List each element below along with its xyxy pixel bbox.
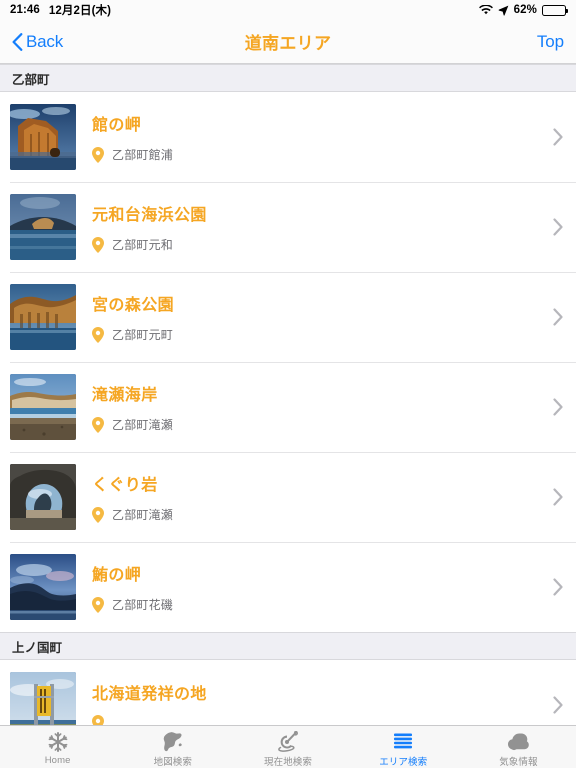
chevron-right-icon[interactable] bbox=[552, 218, 564, 236]
chevron-right-icon[interactable] bbox=[552, 696, 564, 714]
list-item[interactable]: 宮の森公園乙部町元町 bbox=[0, 272, 576, 362]
cloud-icon bbox=[505, 729, 531, 753]
tab-bar: Home 地図検索 現在地検索 エリア検索 気象情報 bbox=[0, 725, 576, 768]
list-item-location: 乙部町滝瀬 bbox=[92, 506, 544, 523]
chevron-right-icon[interactable] bbox=[552, 488, 564, 506]
battery-icon bbox=[542, 4, 569, 16]
list-item-address: 乙部町元和 bbox=[112, 238, 174, 252]
page-title: 道南エリア bbox=[244, 34, 332, 53]
map-pin-icon bbox=[92, 236, 104, 253]
map-pin-icon bbox=[92, 506, 104, 523]
list-item-body: 鮪の岬乙部町花磯 bbox=[76, 561, 544, 613]
list-item-location: 乙部町元町 bbox=[92, 326, 544, 343]
app-root: 21:46 12月2日(木) 62% Back 道南エリア Top 乙部町館の岬… bbox=[0, 0, 576, 768]
list-item-location: 乙部町滝瀬 bbox=[92, 416, 544, 433]
sea-coast-thumbnail bbox=[10, 194, 76, 260]
list-item[interactable]: 元和台海浜公園乙部町元和 bbox=[0, 182, 576, 272]
list-item-address: 乙部町館浦 bbox=[112, 148, 174, 162]
list-item-location: 乙部町館浦 bbox=[92, 146, 544, 163]
battery-percent: 62% bbox=[513, 4, 537, 16]
tab-home[interactable]: Home bbox=[0, 726, 115, 768]
back-button-label: Back bbox=[26, 31, 63, 51]
list-item-title: 北海道発祥の地 bbox=[92, 685, 207, 703]
list-item-address: 乙部町花磯 bbox=[112, 598, 174, 612]
snowflake-icon bbox=[45, 730, 71, 754]
list-item-title: 館の岬 bbox=[92, 117, 142, 134]
map-pin-icon bbox=[92, 416, 104, 433]
navigation-bar: Back 道南エリア Top bbox=[0, 20, 576, 64]
chevron-right-icon[interactable] bbox=[552, 308, 564, 326]
map-pin-icon bbox=[92, 596, 104, 613]
location-arrow-icon bbox=[498, 5, 509, 16]
list-item[interactable]: 鮪の岬乙部町花磯 bbox=[0, 542, 576, 632]
hokkaido-map-icon bbox=[160, 729, 186, 753]
map-pin-icon bbox=[92, 146, 104, 163]
list-item-body: 館の岬乙部町館浦 bbox=[76, 111, 544, 163]
back-button[interactable]: Back bbox=[12, 32, 63, 52]
rock-arch-thumbnail bbox=[10, 464, 76, 530]
list-item-body: 北海道発祥の地 bbox=[76, 680, 544, 725]
dusk-cape-thumbnail bbox=[10, 554, 76, 620]
status-date: 12月2日(木) bbox=[48, 5, 112, 17]
tab-label: 気象情報 bbox=[499, 756, 538, 768]
list-item-location: 乙部町元和 bbox=[92, 236, 544, 253]
tab-エリア検索[interactable]: エリア検索 bbox=[346, 726, 461, 768]
status-time: 21:46 bbox=[10, 4, 40, 16]
chevron-right-icon[interactable] bbox=[552, 128, 564, 146]
list-item-body: 元和台海浜公園乙部町元和 bbox=[76, 201, 544, 253]
tab-label: 現在地検索 bbox=[264, 756, 313, 768]
section-header: 乙部町 bbox=[0, 64, 576, 92]
list-item-body: くぐり岩乙部町滝瀬 bbox=[76, 471, 544, 523]
list-item-title: くぐり岩 bbox=[92, 477, 158, 494]
top-button[interactable]: Top bbox=[537, 32, 564, 52]
list-item-address: 乙部町滝瀬 bbox=[112, 418, 174, 432]
tab-label: Home bbox=[44, 755, 71, 766]
beach-thumbnail bbox=[10, 374, 76, 440]
status-bar-right: 62% bbox=[478, 3, 569, 16]
chevron-right-icon[interactable] bbox=[552, 398, 564, 416]
list-item-title: 滝瀬海岸 bbox=[92, 387, 158, 404]
section-header: 上ノ国町 bbox=[0, 632, 576, 660]
tab-気象情報[interactable]: 気象情報 bbox=[461, 726, 576, 768]
list-item-address: 乙部町滝瀬 bbox=[112, 508, 174, 522]
map-pin-icon bbox=[92, 714, 104, 725]
list-item-title: 鮪の岬 bbox=[92, 567, 142, 584]
list-item-address: 乙部町元町 bbox=[112, 328, 174, 342]
yellow-signpost-thumbnail bbox=[10, 672, 76, 725]
radar-icon bbox=[275, 729, 301, 753]
list-item-location bbox=[92, 714, 544, 725]
list-lines-icon bbox=[390, 729, 416, 753]
list-item[interactable]: 滝瀬海岸乙部町滝瀬 bbox=[0, 362, 576, 452]
wifi-icon bbox=[478, 3, 493, 16]
cliff-orange-thumbnail bbox=[10, 104, 76, 170]
status-bar-left: 21:46 12月2日(木) bbox=[10, 2, 111, 18]
tab-地図検索[interactable]: 地図検索 bbox=[115, 726, 230, 768]
chevron-right-icon[interactable] bbox=[552, 578, 564, 596]
list-item[interactable]: 館の岬乙部町館浦 bbox=[0, 92, 576, 182]
list-item-title: 宮の森公園 bbox=[92, 297, 175, 314]
status-bar: 21:46 12月2日(木) 62% bbox=[0, 0, 576, 20]
rocky-cliff-thumbnail bbox=[10, 284, 76, 350]
list-item-location: 乙部町花磯 bbox=[92, 596, 544, 613]
list-item[interactable]: 北海道発祥の地 bbox=[0, 660, 576, 725]
tab-label: 地図検索 bbox=[153, 756, 192, 768]
list-item-body: 滝瀬海岸乙部町滝瀬 bbox=[76, 381, 544, 433]
area-list[interactable]: 乙部町 館の岬 乙部町館浦 元和台海浜公園 乙部町元和 宮の森公園 乙部町元町 滝瀬海岸 乙部町… bbox=[0, 64, 576, 725]
list-item-body: 宮の森公園乙部町元町 bbox=[76, 291, 544, 343]
tab-label: エリア検索 bbox=[379, 756, 428, 768]
tab-現在地検索[interactable]: 現在地検索 bbox=[230, 726, 345, 768]
chevron-left-icon bbox=[12, 32, 23, 51]
list-item-title: 元和台海浜公園 bbox=[92, 207, 207, 224]
map-pin-icon bbox=[92, 326, 104, 343]
list-item[interactable]: くぐり岩乙部町滝瀬 bbox=[0, 452, 576, 542]
